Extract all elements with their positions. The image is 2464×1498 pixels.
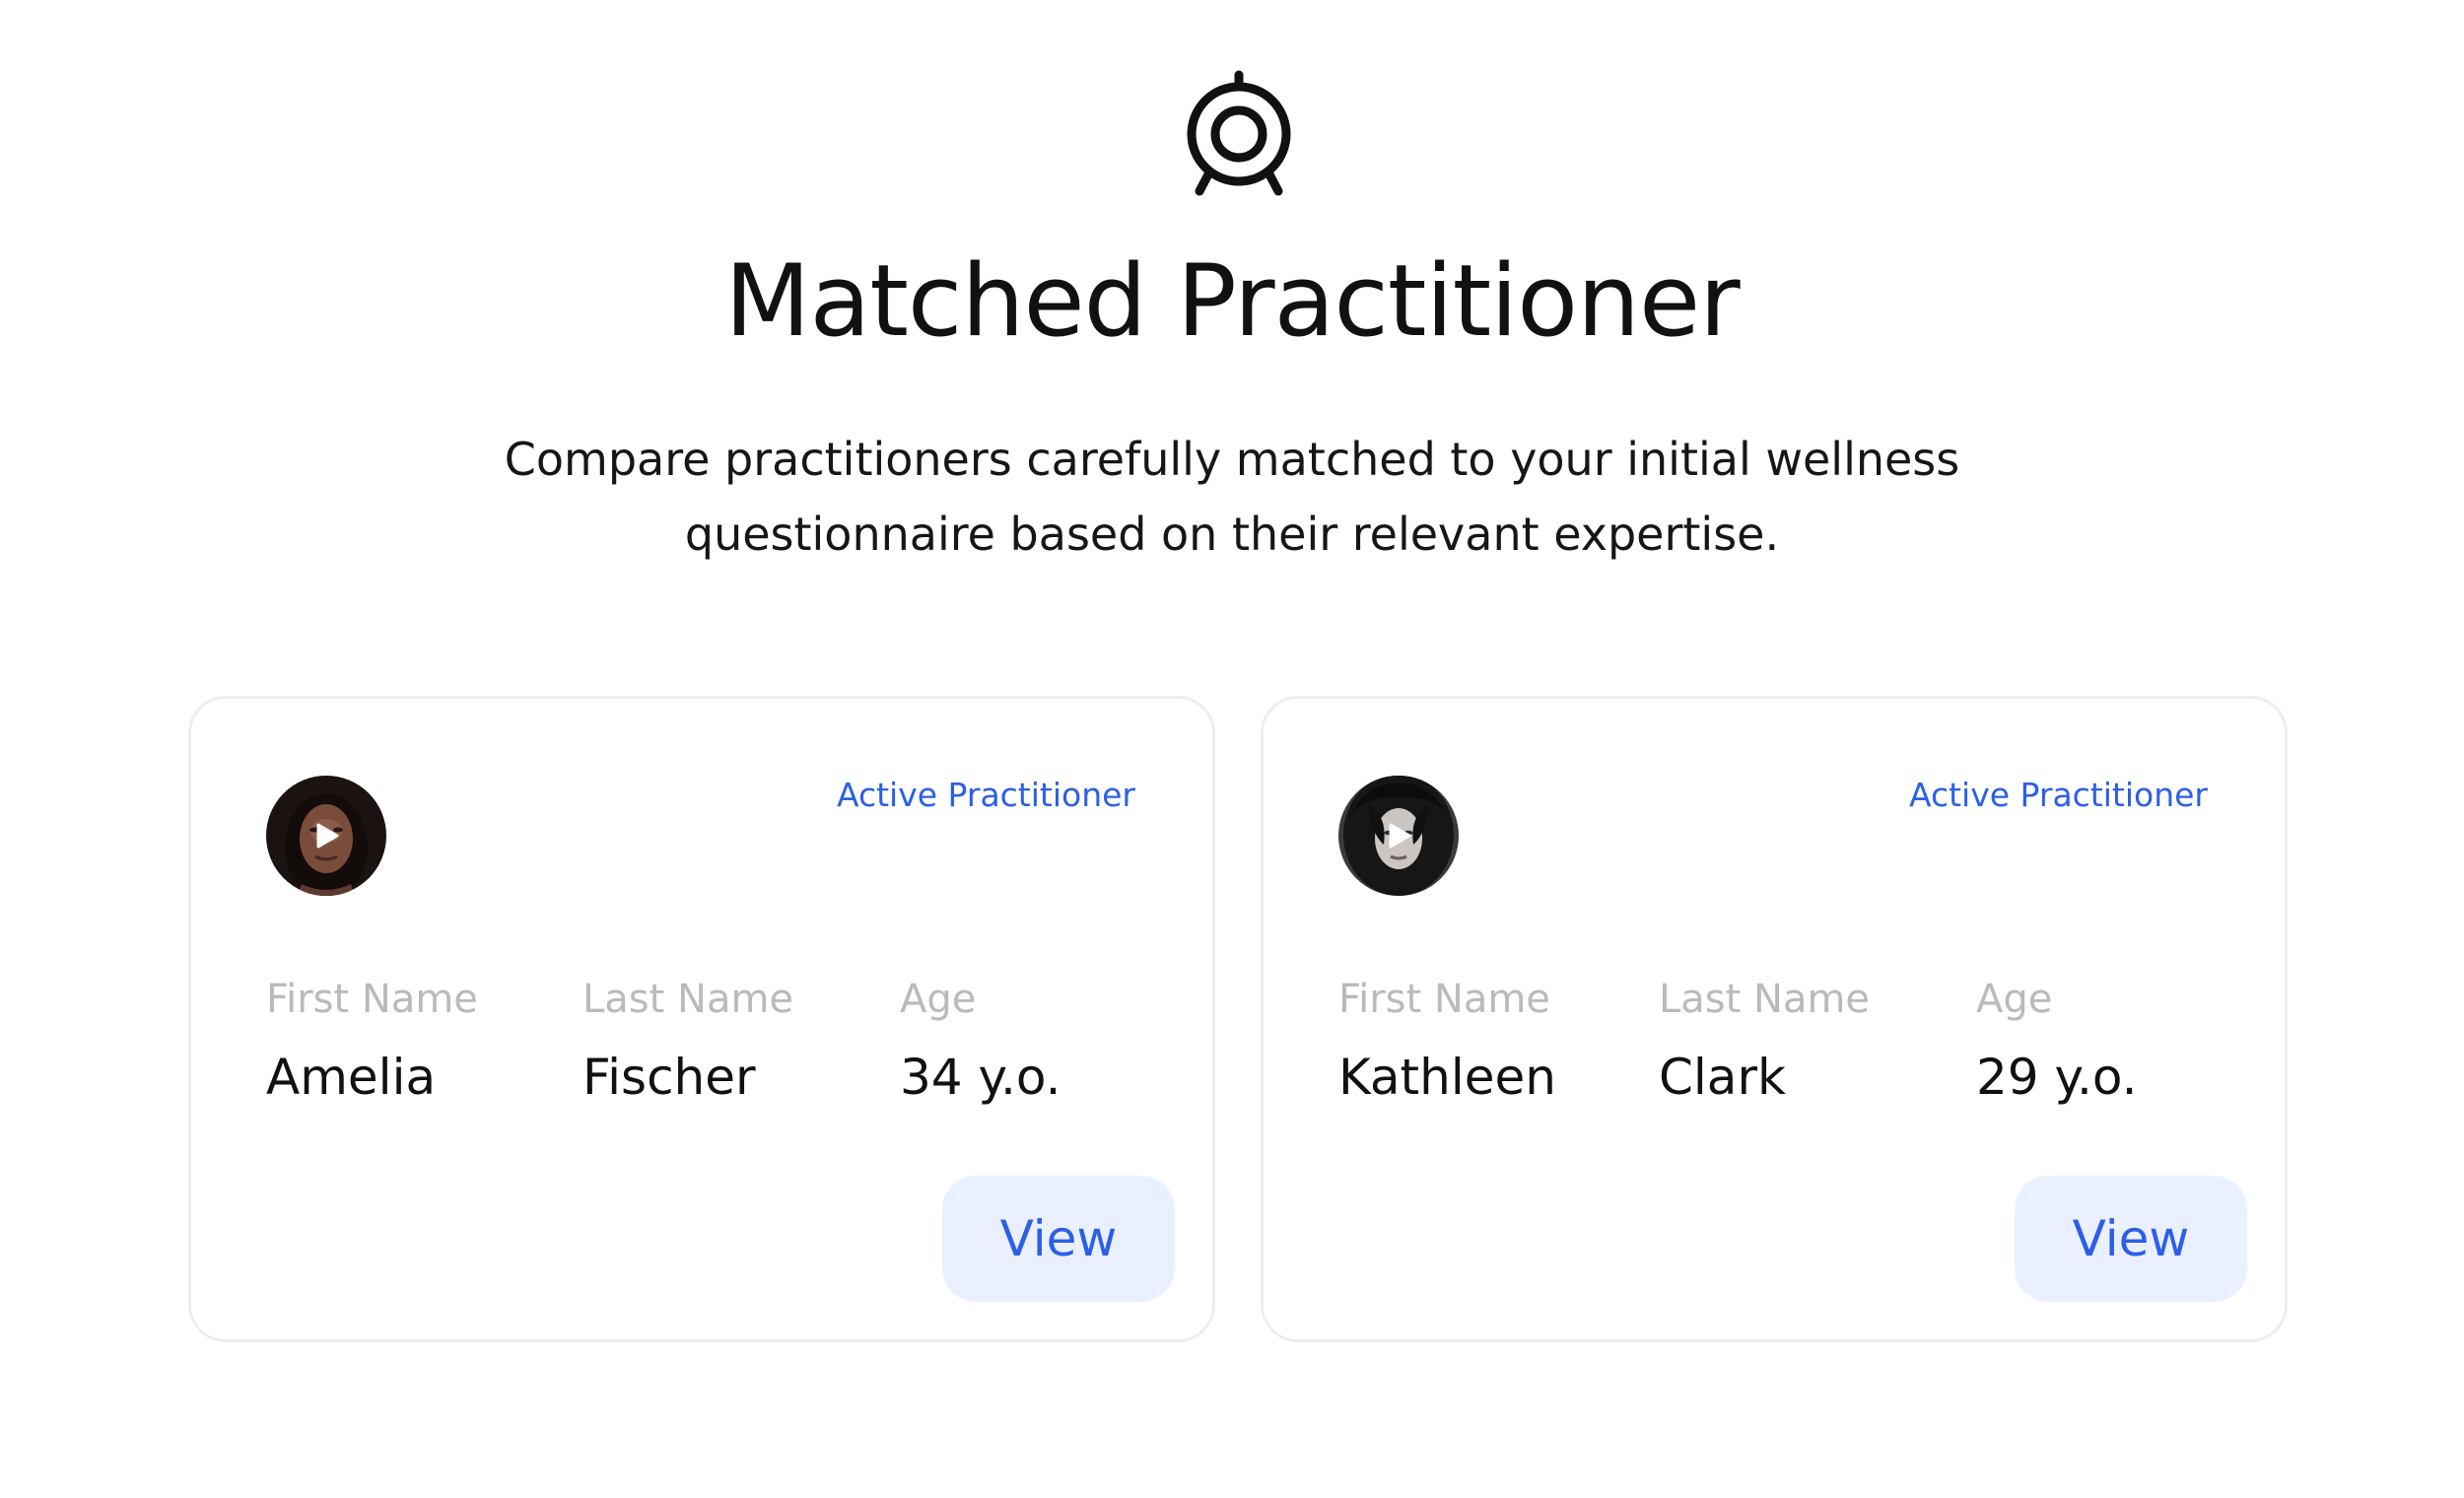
page-subtitle: Compare practitioners carefully matched … <box>504 433 1960 561</box>
age-value: 29 y.o. <box>1976 1049 2138 1106</box>
age-label: Age <box>900 977 977 1022</box>
first-name-value: Amelia <box>266 1049 437 1106</box>
practitioner-card: Active Practitioner First Name Last Name… <box>188 696 1215 1342</box>
last-name-label: Last Name <box>582 977 794 1022</box>
first-name-label: First Name <box>1338 977 1550 1022</box>
view-button[interactable]: View <box>2015 1176 2247 1302</box>
status-badge: Active Practitioner <box>1908 776 2208 814</box>
age-value: 34 y.o. <box>900 1049 1061 1106</box>
play-icon <box>1389 823 1411 849</box>
play-icon <box>316 823 339 849</box>
avatar[interactable] <box>266 776 386 896</box>
view-button[interactable]: View <box>942 1176 1175 1302</box>
practitioner-card: Active Practitioner First Name Last Name… <box>1261 696 2288 1342</box>
avatar[interactable] <box>1338 776 1459 896</box>
age-label: Age <box>1976 977 2053 1022</box>
target-stand-icon <box>1187 70 1291 196</box>
page-title: Matched Practitioner <box>724 242 1740 359</box>
status-badge: Active Practitioner <box>836 776 1135 814</box>
last-name-value: Clark <box>1659 1049 1786 1106</box>
last-name-label: Last Name <box>1659 977 1871 1022</box>
first-name-value: Kathleen <box>1338 1049 1556 1106</box>
last-name-value: Fischer <box>582 1049 756 1106</box>
first-name-label: First Name <box>266 977 478 1022</box>
